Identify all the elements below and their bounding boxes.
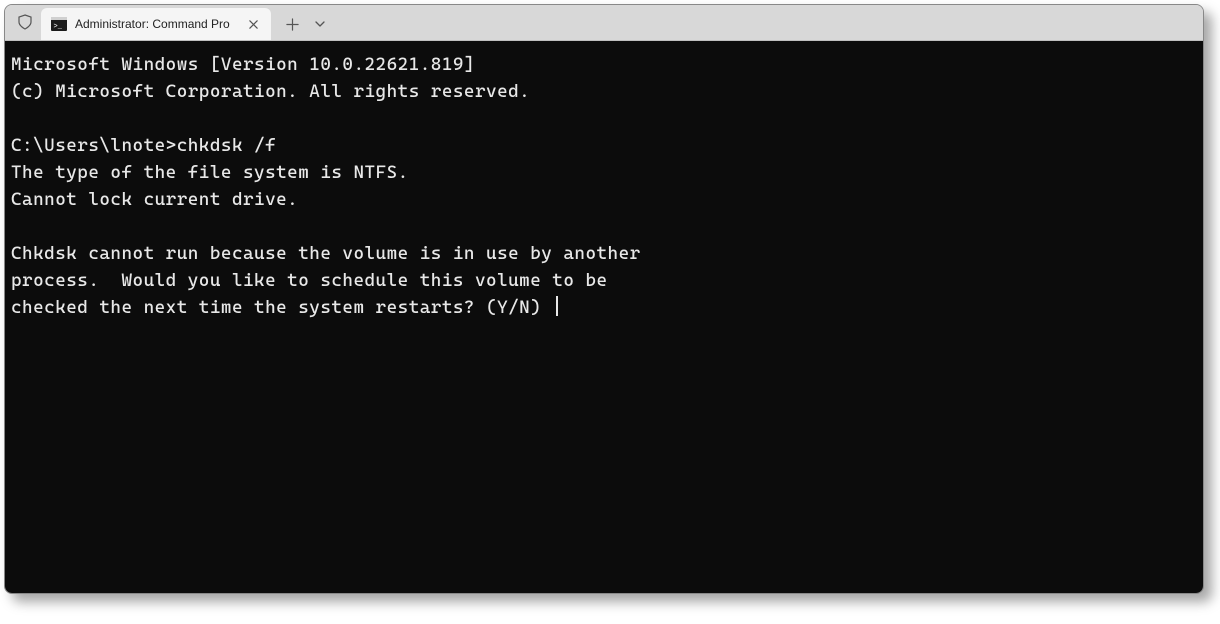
output-line: Cannot lock current drive. xyxy=(11,189,298,210)
terminal-window: >_ Administrator: Command Pro Microsoft … xyxy=(4,4,1204,594)
copyright-line: (c) Microsoft Corporation. All rights re… xyxy=(11,81,530,102)
output-prompt-line: checked the next time the system restart… xyxy=(11,297,552,318)
svg-text:>_: >_ xyxy=(54,23,63,31)
prompt: C:\Users\lnote> xyxy=(11,135,177,156)
tab-close-button[interactable] xyxy=(245,16,261,32)
output-line: process. Would you like to schedule this… xyxy=(11,270,608,291)
titlebar: >_ Administrator: Command Pro xyxy=(5,5,1203,41)
active-tab[interactable]: >_ Administrator: Command Pro xyxy=(41,8,271,40)
cmd-icon: >_ xyxy=(51,16,67,32)
tab-dropdown-button[interactable] xyxy=(307,9,333,39)
tab-title: Administrator: Command Pro xyxy=(75,17,237,31)
terminal-output[interactable]: Microsoft Windows [Version 10.0.22621.81… xyxy=(5,41,1203,593)
uac-shield-icon xyxy=(17,14,33,30)
version-line: Microsoft Windows [Version 10.0.22621.81… xyxy=(11,54,475,75)
command-input: chkdsk /f xyxy=(177,135,276,156)
output-line: Chkdsk cannot run because the volume is … xyxy=(11,243,641,264)
new-tab-button[interactable] xyxy=(277,9,307,39)
text-cursor xyxy=(556,296,558,316)
output-line: The type of the file system is NTFS. xyxy=(11,162,409,183)
